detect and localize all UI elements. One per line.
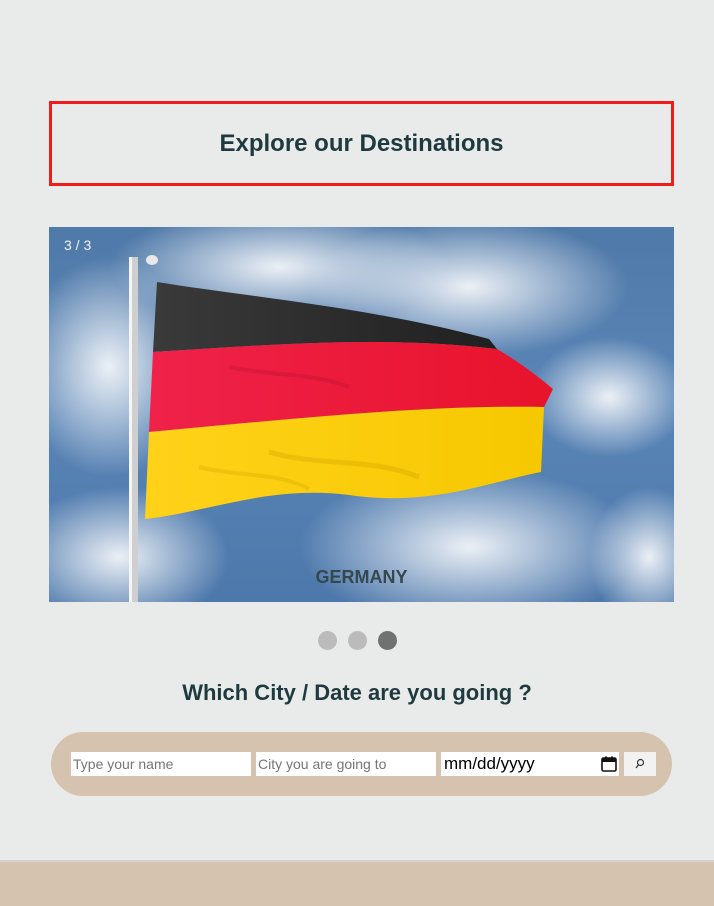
slide-counter: 3 / 3 xyxy=(64,237,92,253)
page-title: Explore our Destinations xyxy=(219,129,504,157)
title-box: Explore our Destinations xyxy=(49,101,674,186)
slide-caption: GERMANY xyxy=(315,567,408,587)
section-heading: Which City / Date are you going ? xyxy=(182,680,532,705)
name-input[interactable] xyxy=(71,752,251,776)
calendar-icon[interactable] xyxy=(601,756,617,772)
destination-slider[interactable]: 3 / 3 GERMANY xyxy=(49,227,674,602)
date-input[interactable]: mm/dd/yyyy xyxy=(441,752,619,776)
city-input[interactable] xyxy=(256,752,436,776)
slider-dot-1[interactable] xyxy=(317,631,337,650)
slider-dot-2[interactable] xyxy=(347,631,367,650)
date-value: mm/dd/yyyy xyxy=(444,754,535,773)
footer xyxy=(0,860,714,906)
flag-image xyxy=(49,227,674,602)
search-button[interactable] xyxy=(624,752,656,776)
slider-dot-3[interactable] xyxy=(377,631,397,650)
search-form: mm/dd/yyyy xyxy=(51,732,672,796)
search-icon xyxy=(635,758,645,769)
slider-dots xyxy=(0,631,714,650)
